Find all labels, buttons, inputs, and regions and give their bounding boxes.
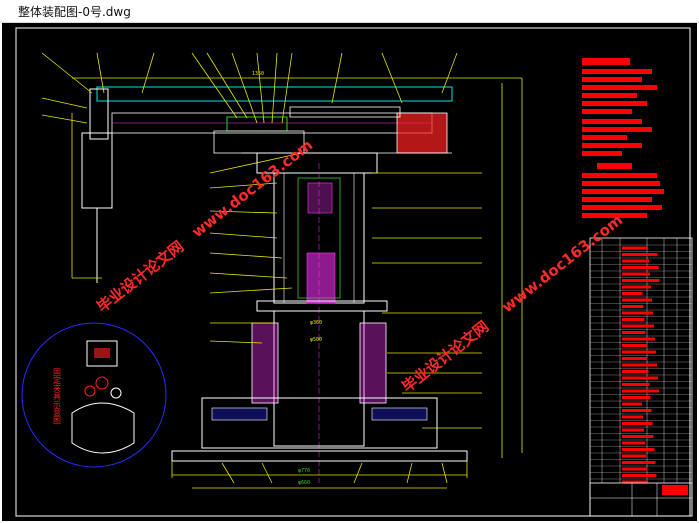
table-cell-text: [622, 246, 648, 250]
watermark-text-2: 毕业设计论文网: [398, 317, 492, 396]
watermark-url-2: www.doc163.com: [498, 211, 626, 316]
table-cell-text: [622, 467, 647, 471]
table-cell-text: [622, 357, 648, 360]
table-cell-text: [622, 292, 643, 295]
table-cell-text: [622, 389, 659, 393]
detail-view-label: 固定夹具示意图: [53, 368, 62, 425]
dimension-bottom-2: φ660: [298, 480, 310, 486]
fixture-detail-view: 固定夹具示意图: [21, 322, 167, 468]
table-cell-text: [622, 350, 656, 354]
cad-viewer-window: 整体装配图-0号.dwg φ770 φ660 φ360 φ500 1350 固定…: [0, 0, 699, 523]
dimension-mid-1: φ360: [310, 320, 322, 326]
table-cell-text: [622, 324, 654, 328]
table-cell-text: [622, 396, 651, 399]
parts-list-table: [589, 237, 693, 517]
title-bar: 整体装配图-0号.dwg: [0, 0, 699, 23]
table-cell-text: [622, 370, 649, 373]
table-cell-text: [622, 272, 650, 276]
table-cell-text: [622, 474, 657, 477]
table-cell-text: [622, 311, 653, 315]
table-cell-text: [622, 422, 653, 425]
table-cell-text: [622, 259, 649, 263]
table-cell-text: [622, 441, 645, 445]
table-cell-text: [622, 435, 654, 438]
technical-notes-block: [582, 58, 664, 218]
table-cell-text: [622, 461, 656, 464]
table-cell-text: [622, 344, 647, 347]
table-cell-text: [622, 402, 642, 406]
drawing-canvas[interactable]: φ770 φ660 φ360 φ500 1350 固定夹具示意图 毕业设计论文网…: [2, 23, 697, 521]
table-cell-text: [622, 428, 644, 432]
table-cell-text: [622, 266, 659, 269]
table-cell-text: [622, 383, 650, 386]
table-cell-text: [622, 376, 658, 380]
table-cell-text: [622, 253, 658, 256]
table-cell-text: [622, 305, 644, 308]
base-housing: [171, 78, 523, 489]
document-title: 整体装配图-0号.dwg: [18, 5, 131, 19]
assembly-drawing[interactable]: φ770 φ660 φ360 φ500 1350 固定夹具示意图 毕业设计论文网…: [2, 23, 697, 521]
table-cell-text: [622, 337, 655, 341]
table-cell-text: [622, 448, 655, 451]
dimension-top-span: 1350: [252, 71, 264, 77]
central-column: [256, 152, 378, 483]
table-cell-text: [622, 454, 646, 458]
table-cell-text: [622, 363, 657, 367]
table-cell-text: [622, 409, 652, 412]
table-cell-text: [622, 331, 646, 334]
table-cell-text: [622, 298, 652, 302]
table-cell-text: [622, 285, 651, 289]
table-cell-text: [622, 318, 645, 321]
table-cell-text: [622, 279, 660, 282]
dimension-bottom-1: φ770: [298, 468, 310, 474]
watermark-text-1: 毕业设计论文网: [93, 237, 187, 316]
watermark-url-1: www.doc163.com: [188, 136, 316, 241]
dimension-mid-2: φ500: [310, 337, 322, 343]
table-cell-text: [622, 415, 643, 419]
